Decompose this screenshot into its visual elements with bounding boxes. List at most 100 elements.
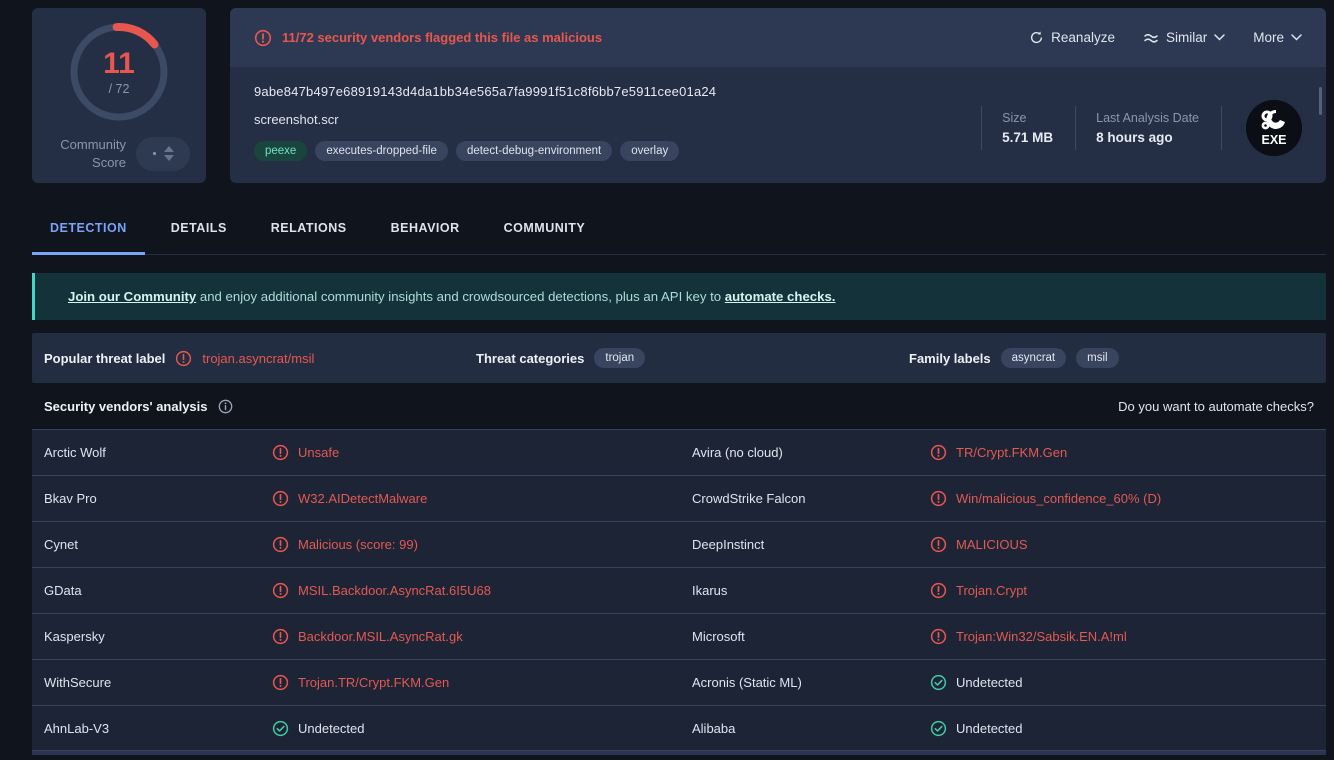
vote-up-icon[interactable]	[164, 146, 174, 152]
detection-result-text: Unsafe	[298, 445, 339, 460]
automate-checks-link[interactable]: automate checks.	[725, 289, 836, 304]
community-score-label: Community Score	[48, 136, 126, 171]
alert-icon	[930, 628, 947, 645]
alert-message: 11/72 security vendors flagged this file…	[282, 30, 602, 45]
vendor-table-row: WithSecureTrojan.TR/Crypt.FKM.GenAcronis…	[32, 659, 1326, 705]
detection-result: Undetected	[272, 720, 692, 737]
detection-score: 11	[103, 49, 135, 79]
community-banner: Join our Community and enjoy additional …	[32, 273, 1326, 320]
threat-summary-bar: Popular threat label trojan.asyncrat/msi…	[32, 333, 1326, 383]
detection-result: MALICIOUS	[930, 536, 1314, 553]
alert-icon	[272, 582, 289, 599]
file-name: screenshot.scr	[254, 112, 981, 127]
detection-result-text: Undetected	[956, 721, 1023, 736]
family-label-pill[interactable]: msil	[1076, 348, 1118, 368]
vendor-table-row: Cynet Malicious (score: 99) DeepInstinct MA…	[32, 521, 1326, 567]
family-labels-label: Family labels	[909, 351, 991, 366]
vendor-name: Kaspersky	[44, 629, 272, 644]
analysis-header: Security vendors' analysis Do you want t…	[32, 383, 1326, 429]
detection-result-text: Malicious (score: 99)	[298, 537, 418, 552]
detection-result-text: Undetected	[298, 721, 365, 736]
info-icon[interactable]	[218, 399, 233, 414]
vendor-name: Ikarus	[692, 583, 930, 598]
detection-total: / 72	[109, 82, 130, 96]
vendor-table-row: Arctic Wolf Unsafe Avira (no cloud)TR/Cryp…	[32, 429, 1326, 475]
tab-bar: DETECTIONDETAILSRELATIONSBEHAVIORCOMMUNI…	[32, 201, 1326, 255]
threat-categories-label: Threat categories	[476, 351, 584, 366]
vendor-name: Arctic Wolf	[44, 445, 272, 460]
family-pills: asyncrat msil	[1001, 348, 1119, 368]
threat-category-pills: trojan	[594, 348, 645, 368]
partial-next-row	[32, 751, 1326, 755]
reanalyze-button[interactable]: Reanalyze	[1029, 30, 1115, 45]
file-tag[interactable]: overlay	[620, 141, 679, 161]
alert-icon	[930, 490, 947, 507]
vendor-name: Avira (no cloud)	[692, 445, 930, 460]
score-card: 11 / 72 Community Score	[32, 8, 206, 183]
threat-category-pill[interactable]: trojan	[594, 348, 645, 368]
detection-result: MSIL.Backdoor.AsyncRat.6I5U68	[272, 582, 692, 599]
vendor-analysis-table: Arctic Wolf Unsafe Avira (no cloud)TR/Cryp…	[32, 429, 1326, 751]
tab-community[interactable]: COMMUNITY	[486, 201, 604, 254]
check-circle-icon	[930, 720, 947, 737]
chevron-down-icon	[1214, 34, 1225, 41]
more-label: More	[1253, 30, 1284, 45]
alert-icon	[930, 582, 947, 599]
popular-threat-value[interactable]: trojan.asyncrat/msil	[202, 351, 314, 366]
similar-button[interactable]: Similar	[1143, 30, 1225, 45]
alert-icon	[272, 628, 289, 645]
tab-relations[interactable]: RELATIONS	[253, 201, 365, 254]
vendor-table-row: Bkav Pro W32.AIDetectMalware CrowdStrike F…	[32, 475, 1326, 521]
detection-result-text: MSIL.Backdoor.AsyncRat.6I5U68	[298, 583, 491, 598]
file-tag[interactable]: detect-debug-environment	[456, 141, 612, 161]
detection-result-text: Win/malicious_confidence_60% (D)	[956, 491, 1161, 506]
detection-result: Trojan:Win32/Sabsik.EN.A!ml	[930, 628, 1314, 645]
detection-result: Undetected	[930, 674, 1314, 691]
family-label-pill[interactable]: asyncrat	[1001, 348, 1066, 368]
vendor-name: Cynet	[44, 537, 272, 552]
scrollbar-thumb[interactable]	[1319, 87, 1322, 115]
file-tag[interactable]: peexe	[254, 141, 307, 161]
detection-result: Win/malicious_confidence_60% (D)	[930, 490, 1314, 507]
alert-icon	[272, 444, 289, 461]
detection-result-text: Trojan:Win32/Sabsik.EN.A!ml	[956, 629, 1127, 644]
similar-icon	[1143, 31, 1159, 45]
file-summary-card: 11/72 security vendors flagged this file…	[230, 8, 1326, 183]
reanalyze-icon	[1029, 30, 1044, 45]
vendor-name: DeepInstinct	[692, 537, 930, 552]
check-circle-icon	[272, 720, 289, 737]
alert-icon	[272, 674, 289, 691]
detection-result-text: W32.AIDetectMalware	[298, 491, 427, 506]
vendor-name: Bkav Pro	[44, 491, 272, 506]
vendor-table-row: KasperskyBackdoor.MSIL.AsyncRat.gkMicros…	[32, 613, 1326, 659]
vendor-name: Alibaba	[692, 721, 930, 736]
file-type-badge: EXE	[1246, 100, 1302, 156]
tab-detection[interactable]: DETECTION	[32, 201, 145, 254]
detection-result-text: MALICIOUS	[956, 537, 1028, 552]
last-analysis-label: Last Analysis Date	[1096, 111, 1199, 125]
vendor-name: CrowdStrike Falcon	[692, 491, 930, 506]
detection-result-text: Undetected	[956, 675, 1023, 690]
vendor-name: Acronis (Static ML)	[692, 675, 930, 690]
exe-icon: EXE	[1246, 100, 1302, 156]
detection-result: W32.AIDetectMalware	[272, 490, 692, 507]
last-analysis-meta: Last Analysis Date 8 hours ago	[1075, 106, 1221, 150]
detection-result: TR/Crypt.FKM.Gen	[930, 444, 1314, 461]
detection-result-text: Trojan.Crypt	[956, 583, 1027, 598]
automate-checks-prompt[interactable]: Do you want to automate checks?	[1118, 399, 1314, 414]
join-community-link[interactable]: Join our Community	[68, 289, 196, 304]
last-analysis-value: 8 hours ago	[1096, 130, 1199, 145]
alert-icon	[254, 29, 272, 47]
more-button[interactable]: More	[1253, 30, 1302, 45]
alert-icon	[272, 490, 289, 507]
vendor-table-row: GData MSIL.Backdoor.AsyncRat.6I5U68 Ikarus…	[32, 567, 1326, 613]
vote-down-icon[interactable]	[164, 155, 174, 161]
community-vote-widget[interactable]	[136, 137, 190, 171]
tab-behavior[interactable]: BEHAVIOR	[373, 201, 478, 254]
file-tag[interactable]: executes-dropped-file	[315, 141, 448, 161]
tab-details[interactable]: DETAILS	[153, 201, 245, 254]
vendor-name: GData	[44, 583, 272, 598]
detection-result: Trojan.Crypt	[930, 582, 1314, 599]
similar-label: Similar	[1166, 30, 1207, 45]
header-area: 11 / 72 Community Score	[32, 8, 1326, 183]
